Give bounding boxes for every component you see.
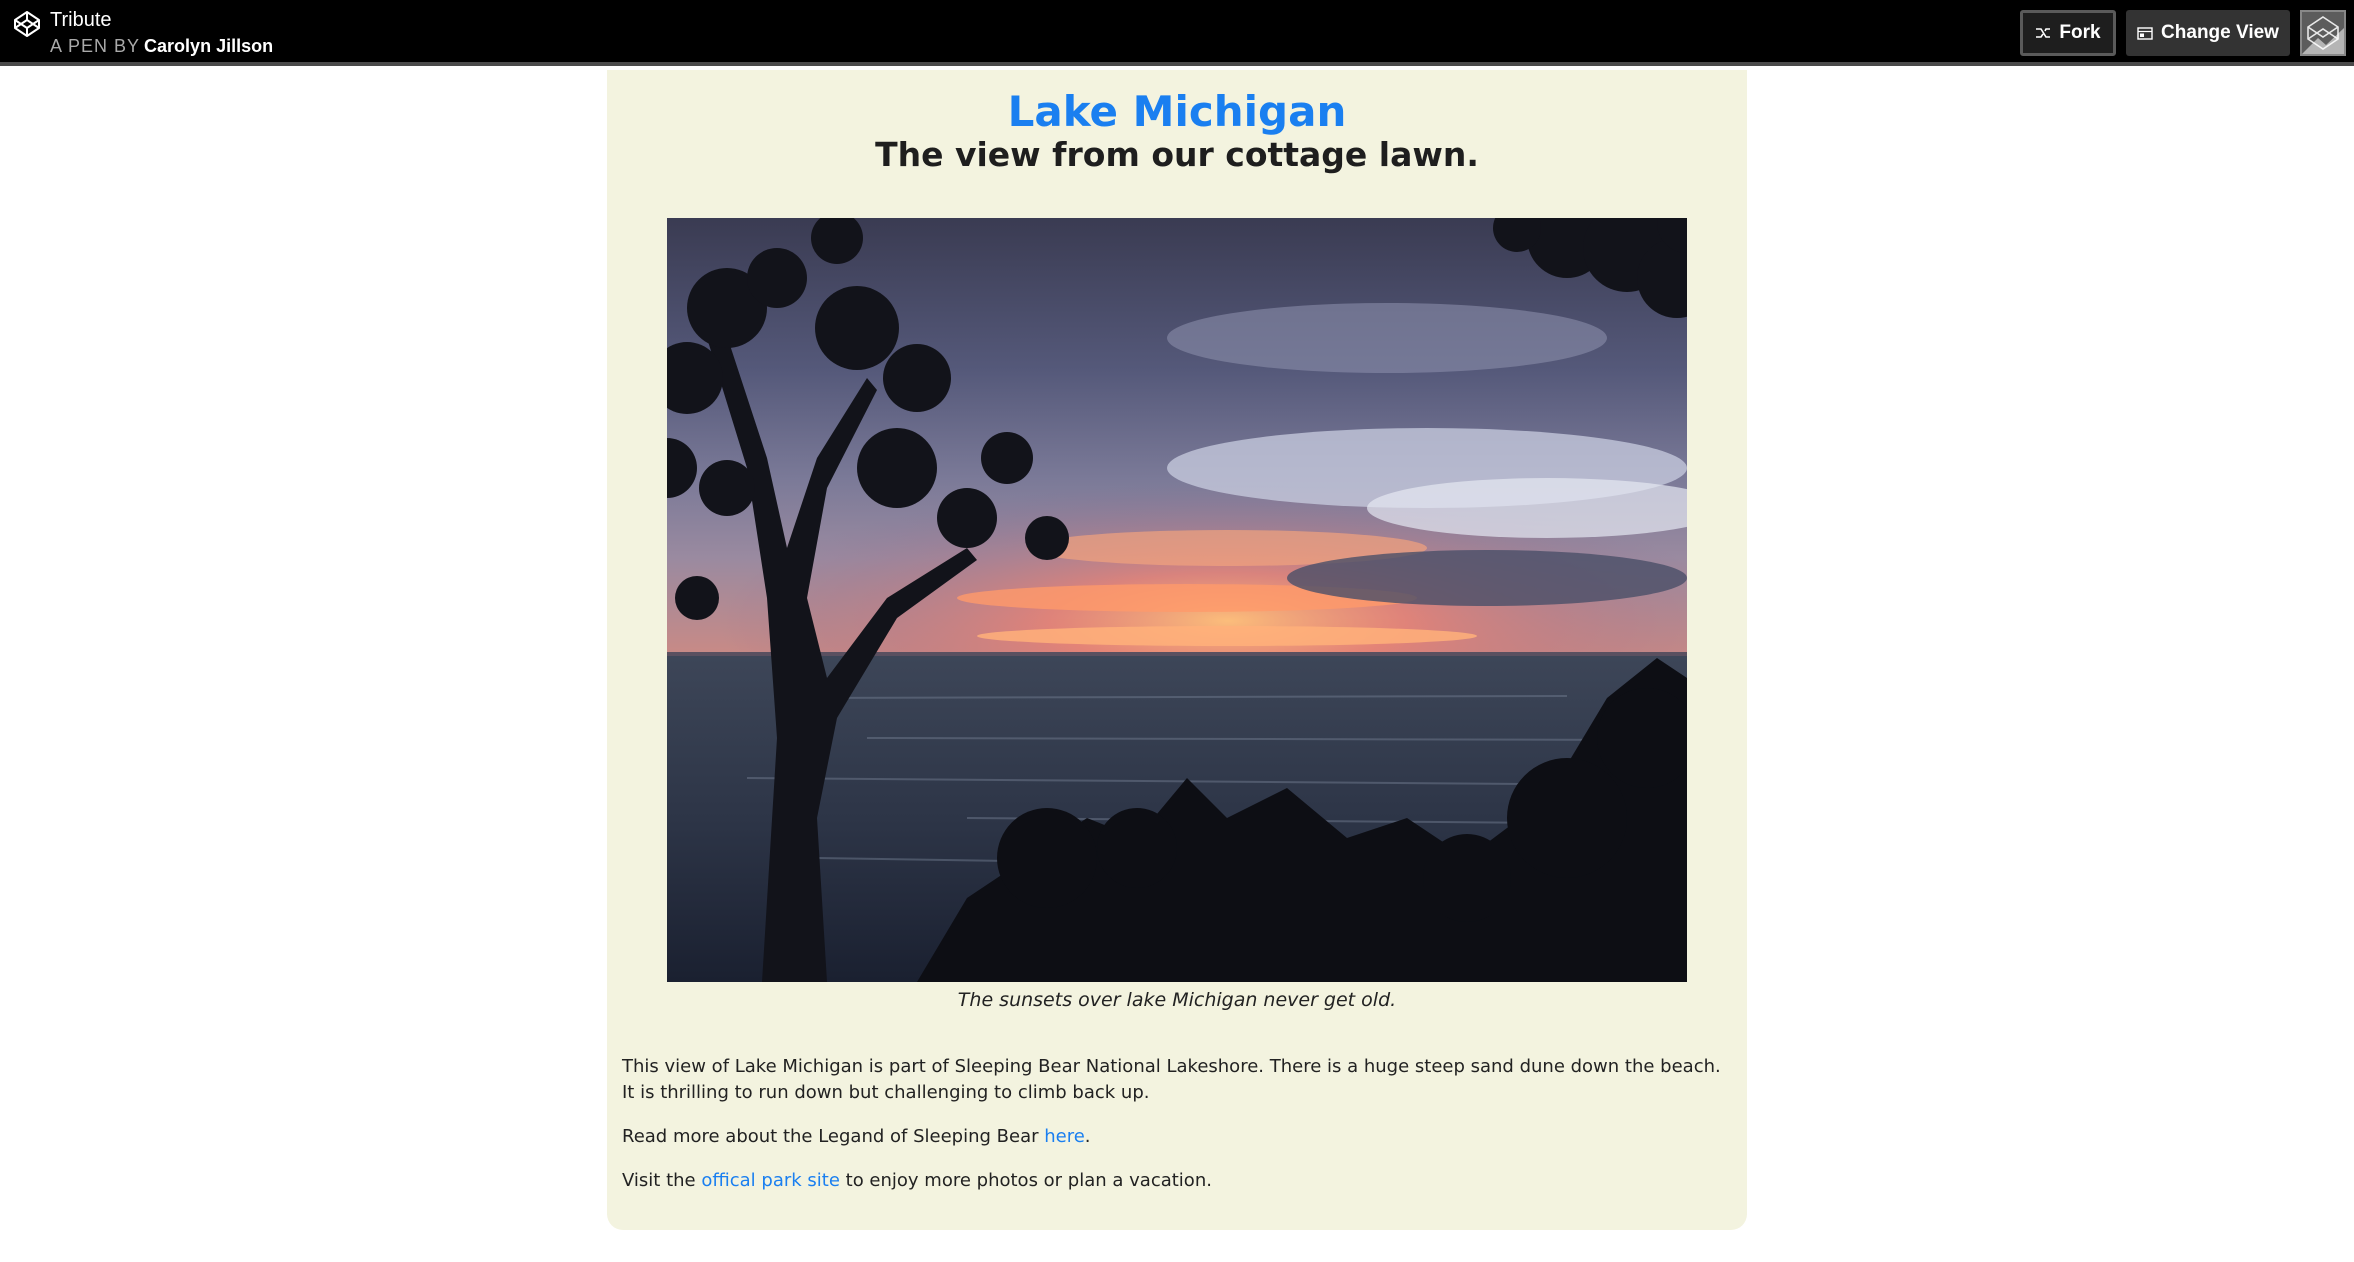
user-avatar[interactable] — [2300, 10, 2346, 56]
legend-link[interactable]: here — [1044, 1126, 1085, 1147]
photo-caption: The sunsets over lake Michigan never get… — [957, 989, 1397, 1011]
fork-button[interactable]: Fork — [2020, 10, 2116, 56]
codepen-header: Tribute A PEN BY Carolyn Jillson Fork Cha… — [0, 0, 2354, 66]
park-text-before: Visit the — [622, 1170, 702, 1191]
tribute-card: Lake Michigan The view from our cottage … — [607, 70, 1747, 1230]
codepen-logo-icon[interactable] — [13, 10, 41, 38]
fork-icon — [2035, 26, 2051, 40]
pen-byline: A PEN BY Carolyn Jillson — [50, 35, 273, 57]
fork-label: Fork — [2059, 22, 2101, 43]
legend-text: Read more about the Legand of Sleeping B… — [622, 1126, 1045, 1147]
byline-prefix: A PEN BY — [50, 36, 141, 56]
park-site-link[interactable]: offical park site — [701, 1170, 840, 1191]
legend-period: . — [1084, 1126, 1091, 1147]
park-text-after: to enjoy more photos or plan a vacation. — [839, 1170, 1212, 1191]
author-link[interactable]: Carolyn Jillson — [144, 36, 273, 56]
change-view-button[interactable]: Change View — [2126, 10, 2290, 56]
legend-paragraph: Read more about the Legand of Sleeping B… — [622, 1124, 1732, 1150]
page-title: Lake Michigan — [1007, 87, 1347, 136]
change-view-label: Change View — [2161, 22, 2279, 43]
park-paragraph: Visit the offical park site to enjoy mor… — [622, 1168, 1732, 1194]
layout-icon — [2137, 26, 2153, 40]
description-paragraph: This view of Lake Michigan is part of Sl… — [622, 1056, 1721, 1103]
sunset-photo — [667, 218, 1687, 982]
page-subtitle: The view from our cottage lawn. — [875, 135, 1479, 174]
pen-title: Tribute — [50, 9, 112, 31]
